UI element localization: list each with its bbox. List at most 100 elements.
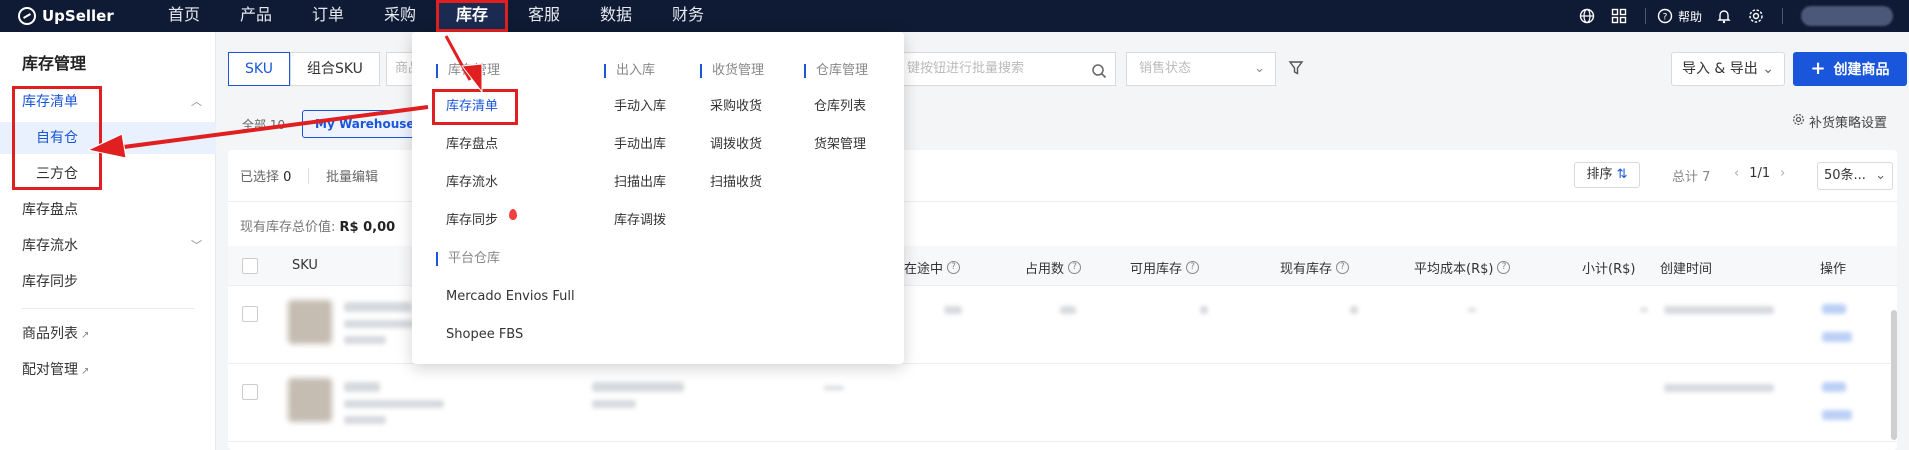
sales-status-select[interactable]: 销售状态 ⌄	[1126, 52, 1276, 86]
upseller-logo-icon	[18, 7, 36, 25]
search-input[interactable]: 键按钮进行批量搜索	[900, 52, 1116, 86]
cell-value	[824, 386, 844, 390]
globe-icon[interactable]	[1578, 7, 1596, 25]
table-row[interactable]	[228, 364, 1897, 442]
nav-divider-2	[1782, 8, 1783, 24]
sidebar-item-stock-flow[interactable]: 库存流水 ﹀	[0, 230, 216, 262]
hot-flame-icon	[509, 209, 517, 220]
next-page-icon[interactable]: ›	[1780, 166, 1785, 181]
dropdown-item-manual-outbound[interactable]: 手动出库	[614, 130, 666, 160]
search-icon[interactable]	[1091, 60, 1107, 85]
select-all-checkbox[interactable]	[242, 258, 258, 274]
row-checkbox[interactable]	[242, 306, 258, 322]
dropdown-item-shopee-fbs[interactable]: Shopee FBS	[446, 320, 523, 350]
logo-text: UpSeller	[42, 7, 114, 25]
help-label: 帮助	[1677, 9, 1702, 24]
scrollbar[interactable]	[1891, 310, 1897, 440]
info-icon[interactable]: ?	[1186, 261, 1200, 274]
nav-products[interactable]: 产品	[220, 0, 292, 32]
nav-service[interactable]: 客服	[508, 0, 580, 32]
main-menu: 首页 产品 订单 采购 库存 客服 数据 财务	[148, 0, 724, 32]
logo[interactable]: UpSeller	[18, 7, 128, 25]
row-checkbox[interactable]	[242, 384, 258, 400]
info-icon[interactable]: ?	[1336, 261, 1350, 274]
nav-inventory[interactable]: 库存	[436, 0, 508, 32]
sidebar-item-product-list[interactable]: 商品列表 ↗	[0, 318, 216, 350]
sidebar-item-stock-count[interactable]: 库存盘点	[0, 194, 216, 226]
chevron-down-icon: ⌄	[1875, 168, 1886, 183]
nav-finance[interactable]: 财务	[652, 0, 724, 32]
nav-orders[interactable]: 订单	[292, 0, 364, 32]
product-thumbnail[interactable]	[288, 378, 332, 422]
nav-purchase[interactable]: 采购	[364, 0, 436, 32]
user-avatar[interactable]	[1801, 6, 1893, 26]
help-button[interactable]: ? 帮助	[1656, 7, 1702, 25]
col-label: 占用数	[1025, 262, 1065, 277]
sort-button[interactable]: 排序 ⇅	[1574, 162, 1640, 188]
chevron-down-icon: ﹀	[191, 239, 202, 252]
filter-icon[interactable]	[1288, 60, 1304, 80]
action-more-link[interactable]	[1822, 410, 1852, 420]
dropdown-item-purchase-receiving[interactable]: 采购收货	[710, 92, 762, 122]
dropdown-header-warehouse: 仓库管理	[804, 64, 868, 78]
grid-icon[interactable]	[1610, 7, 1628, 25]
cell-value	[1640, 308, 1648, 312]
import-export-button[interactable]: 导入 & 导出 ⌄	[1671, 52, 1785, 86]
dropdown-item-stock-count[interactable]: 库存盘点	[446, 130, 498, 160]
search-type-select[interactable]: 商品	[386, 52, 414, 86]
stock-value: R$ 0,00	[339, 220, 396, 235]
dropdown-item-shelf-management[interactable]: 货架管理	[814, 130, 866, 160]
dropdown-item-warehouse-list[interactable]: 仓库列表	[814, 92, 866, 122]
restock-settings-link[interactable]: 补货策略设置	[1792, 112, 1887, 131]
action-edit-link[interactable]	[1822, 304, 1846, 314]
dropdown-header-in-out: 出入库	[604, 64, 655, 78]
info-icon[interactable]: ?	[1497, 261, 1511, 274]
page-size-value: 50条...	[1824, 168, 1866, 183]
sidebar-item-label: 配对管理	[22, 362, 78, 378]
selected-number: 0	[283, 170, 292, 185]
dropdown-item-scan-outbound[interactable]: 扫描出库	[614, 168, 666, 198]
nav-home[interactable]: 首页	[148, 0, 220, 32]
dropdown-item-manual-inbound[interactable]: 手动入库	[614, 92, 666, 122]
gear-icon[interactable]	[1747, 7, 1765, 25]
sku-subtext	[344, 320, 414, 328]
sidebar-item-stock-sync[interactable]: 库存同步	[0, 266, 216, 298]
dropdown-header-receiving: 收货管理	[700, 64, 764, 78]
dropdown-item-transfer-receiving[interactable]: 调拨收货	[710, 130, 762, 160]
sku-text	[344, 382, 380, 392]
dropdown-item-mercado-full[interactable]: Mercado Envios Full	[446, 282, 575, 312]
pagination: ‹ 1/1 ›	[1724, 166, 1795, 181]
warehouse-chip-my-warehouse[interactable]: My Warehouse	[302, 110, 428, 138]
sku-text	[344, 302, 412, 312]
dropdown-item-scan-receiving[interactable]: 扫描收货	[710, 168, 762, 198]
stock-value-label: 现有库存总价值:	[240, 220, 336, 235]
action-more-link[interactable]	[1822, 332, 1852, 342]
batch-edit-button[interactable]: 批量编辑	[326, 166, 378, 185]
nav-data[interactable]: 数据	[580, 0, 652, 32]
sidebar-divider	[22, 308, 194, 309]
col-sku: SKU	[292, 258, 318, 273]
prev-page-icon[interactable]: ‹	[1734, 166, 1739, 181]
action-edit-link[interactable]	[1822, 382, 1846, 392]
svg-text:?: ?	[1663, 13, 1668, 23]
info-icon[interactable]: ?	[1068, 261, 1082, 274]
sku-subtext	[344, 400, 444, 408]
sort-icon: ⇅	[1616, 167, 1628, 182]
product-thumbnail[interactable]	[288, 300, 332, 344]
info-icon[interactable]: ?	[947, 261, 961, 274]
bell-icon[interactable]	[1715, 7, 1733, 25]
page-size-select[interactable]: 50条... ⌄	[1817, 162, 1893, 190]
selected-label: 已选择	[240, 170, 280, 185]
warehouse-filter-all[interactable]: 全部 10	[242, 116, 285, 133]
page-indicator: 1/1	[1749, 166, 1771, 181]
tab-combo-sku[interactable]: 组合SKU	[289, 52, 380, 86]
cell-value	[1200, 306, 1208, 314]
dropdown-item-stock-transfer[interactable]: 库存调拨	[614, 206, 666, 236]
create-product-button[interactable]: + 创建商品	[1793, 52, 1907, 86]
dropdown-item-stock-sync[interactable]: 库存同步	[446, 206, 498, 236]
col-label: 可用库存	[1130, 262, 1183, 277]
dropdown-item-stock-flow[interactable]: 库存流水	[446, 168, 498, 198]
sidebar-item-pairing[interactable]: 配对管理 ↗	[0, 354, 216, 386]
tab-sku[interactable]: SKU	[228, 52, 290, 86]
col-available: 可用库存?	[1130, 258, 1200, 277]
